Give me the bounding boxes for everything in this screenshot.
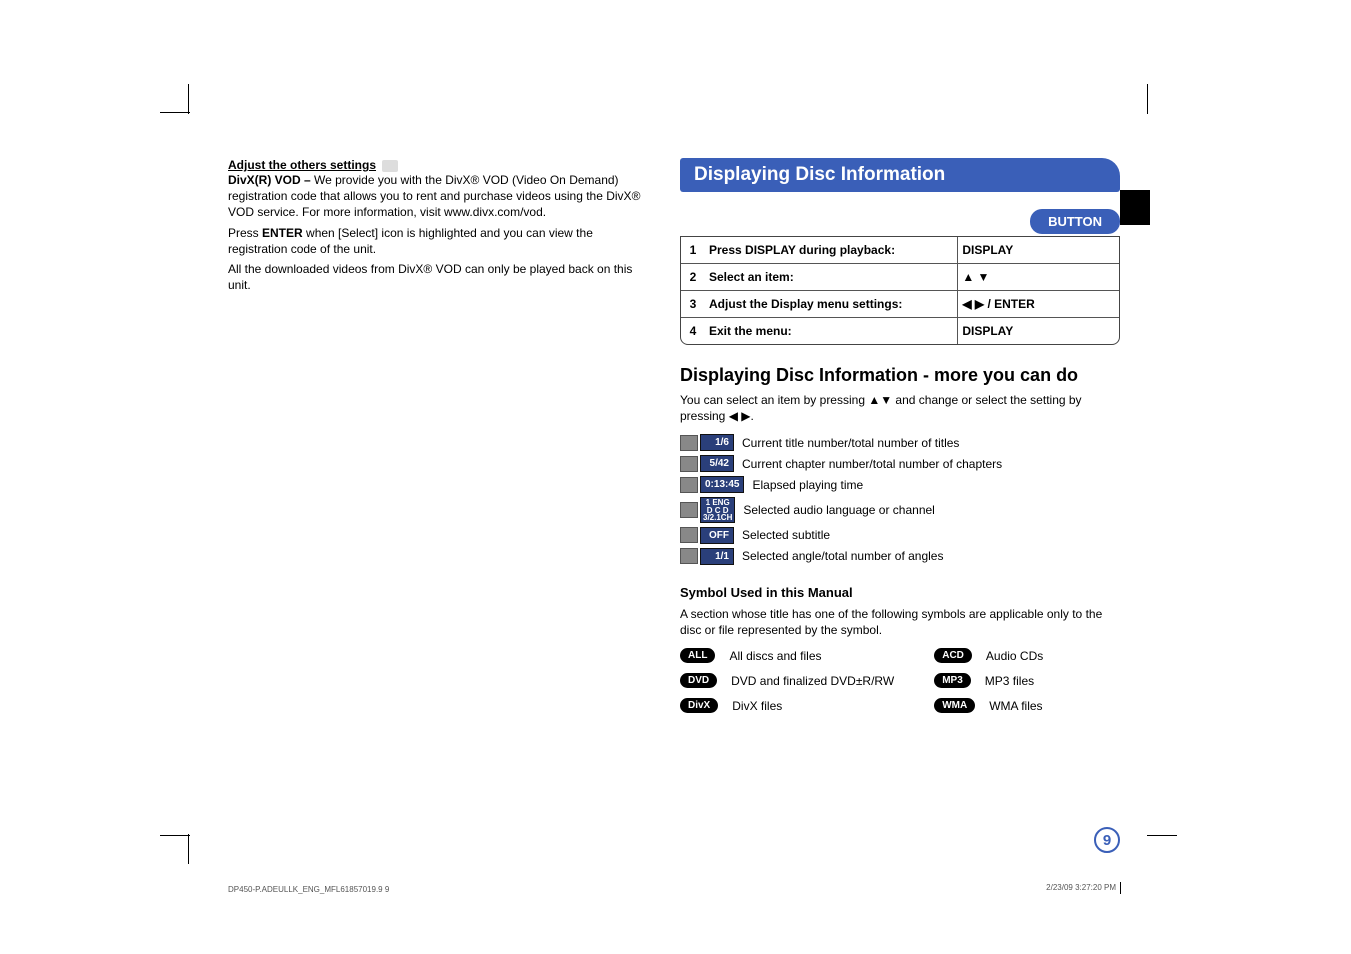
footer-mark (1120, 882, 1121, 894)
symbol-heading: Symbol Used in this Manual (680, 585, 1120, 600)
edge-tab (1120, 190, 1150, 225)
page-number: 9 (1094, 827, 1120, 853)
symbol-pill: ALL (680, 648, 715, 663)
symbol-row: ACD Audio CDs (934, 648, 1043, 663)
step-description: Select an item: (705, 264, 957, 290)
para2-prefix: Press (228, 226, 262, 240)
footer-right: 2/23/09 3:27:20 PM (1046, 882, 1121, 894)
step-number: 1 (681, 237, 705, 263)
symbol-intro: A section whose title has one of the fol… (680, 606, 1120, 638)
osd-badge: 5/42 (700, 455, 734, 472)
step-number: 3 (681, 291, 705, 317)
step-button: DISPLAY (957, 237, 1119, 263)
table-row: 1Press DISPLAY during playback:DISPLAY (681, 237, 1119, 263)
symbols-right-column: ACD Audio CDs MP3 MP3 files WMA WMA files (934, 648, 1043, 713)
step-description: Press DISPLAY during playback: (705, 237, 957, 263)
osd-badge: 1/6 (700, 434, 734, 451)
osd-badge: OFF (700, 527, 734, 544)
osd-text: Selected audio language or channel (743, 503, 934, 517)
crop-mark (160, 835, 190, 836)
symbol-row: MP3 MP3 files (934, 673, 1043, 688)
osd-row: OFF Selected subtitle (680, 527, 1120, 544)
symbol-pill: WMA (934, 698, 975, 713)
osd-row: 1/1 Selected angle/total number of angles (680, 548, 1120, 565)
symbol-row: DivX DivX files (680, 698, 894, 713)
symbol-label: DVD and finalized DVD±R/RW (731, 674, 894, 688)
symbol-label: All discs and files (729, 649, 821, 663)
symbol-pill: ACD (934, 648, 972, 663)
section-heading: Adjust the others settings (228, 158, 648, 172)
paragraph-downloaded: All the downloaded videos from DivX® VOD… (228, 261, 648, 293)
step-number: 2 (681, 264, 705, 290)
osd-text: Current title number/total number of tit… (742, 436, 959, 450)
osd-icon (680, 477, 698, 493)
symbol-label: WMA files (989, 699, 1042, 713)
steps-table: 1Press DISPLAY during playback:DISPLAY2S… (680, 236, 1120, 345)
osd-icon (680, 502, 698, 518)
symbol-label: MP3 files (985, 674, 1034, 688)
osd-badge: 1/1 (700, 548, 734, 565)
osd-row: 0:13:45 Elapsed playing time (680, 476, 1120, 493)
section-title: Adjust the others settings (228, 158, 376, 172)
symbol-label: Audio CDs (986, 649, 1043, 663)
step-description: Adjust the Display menu settings: (705, 291, 957, 317)
osd-icon (680, 435, 698, 451)
table-row: 4Exit the menu:DISPLAY (681, 317, 1119, 344)
crop-mark (188, 84, 189, 114)
divx-icon (382, 160, 398, 172)
osd-badge: 1 ENGD C D3/2.1CH (700, 497, 735, 523)
osd-icon (680, 548, 698, 564)
osd-badge: 0:13:45 (700, 476, 744, 493)
osd-text: Elapsed playing time (752, 478, 863, 492)
step-button: ▲ ▼ (957, 264, 1119, 290)
symbol-pill: MP3 (934, 673, 971, 688)
footer-left: DP450-P.ADEULLK_ENG_MFL61857019.9 9 (228, 885, 389, 894)
paragraph-divx-vod: DivX(R) VOD – We provide you with the Di… (228, 172, 648, 221)
button-column-header: BUTTON (1030, 209, 1120, 234)
osd-row: 1 ENGD C D3/2.1CH Selected audio language… (680, 497, 1120, 523)
header-bar: Displaying Disc Information (680, 158, 1120, 192)
symbol-pill: DivX (680, 698, 718, 713)
table-row: 2Select an item:▲ ▼ (681, 263, 1119, 290)
symbol-pill: DVD (680, 673, 717, 688)
crop-mark (188, 834, 189, 864)
step-button: ◀ ▶ / ENTER (957, 291, 1119, 317)
paragraph-enter: Press ENTER when [Select] icon is highli… (228, 225, 648, 257)
step-number: 4 (681, 318, 705, 344)
crop-mark (1147, 835, 1177, 836)
symbol-row: WMA WMA files (934, 698, 1043, 713)
symbol-row: ALL All discs and files (680, 648, 894, 663)
osd-text: Current chapter number/total number of c… (742, 457, 1002, 471)
intro-text: You can select an item by pressing ▲▼ an… (680, 392, 1120, 424)
symbols-left-column: ALL All discs and files DVD DVD and finaliz… (680, 648, 894, 713)
osd-icon (680, 456, 698, 472)
step-description: Exit the menu: (705, 318, 957, 344)
page-title: Displaying Disc Information (680, 158, 1120, 192)
para2-bold: ENTER (262, 226, 303, 240)
osd-row: 1/6 Current title number/total number of … (680, 434, 1120, 451)
footer-right-text: 2/23/09 3:27:20 PM (1046, 883, 1116, 892)
crop-mark (1147, 84, 1148, 114)
osd-row: 5/42 Current chapter number/total number … (680, 455, 1120, 472)
subheading: Displaying Disc Information - more you c… (680, 365, 1120, 386)
table-row: 3Adjust the Display menu settings:◀ ▶ / … (681, 290, 1119, 317)
osd-list: 1/6 Current title number/total number of … (680, 434, 1120, 565)
step-button: DISPLAY (957, 318, 1119, 344)
osd-text: Selected angle/total number of angles (742, 549, 943, 563)
symbol-label: DivX files (732, 699, 782, 713)
osd-icon (680, 527, 698, 543)
crop-mark (160, 112, 190, 113)
symbol-row: DVD DVD and finalized DVD±R/RW (680, 673, 894, 688)
osd-text: Selected subtitle (742, 528, 830, 542)
